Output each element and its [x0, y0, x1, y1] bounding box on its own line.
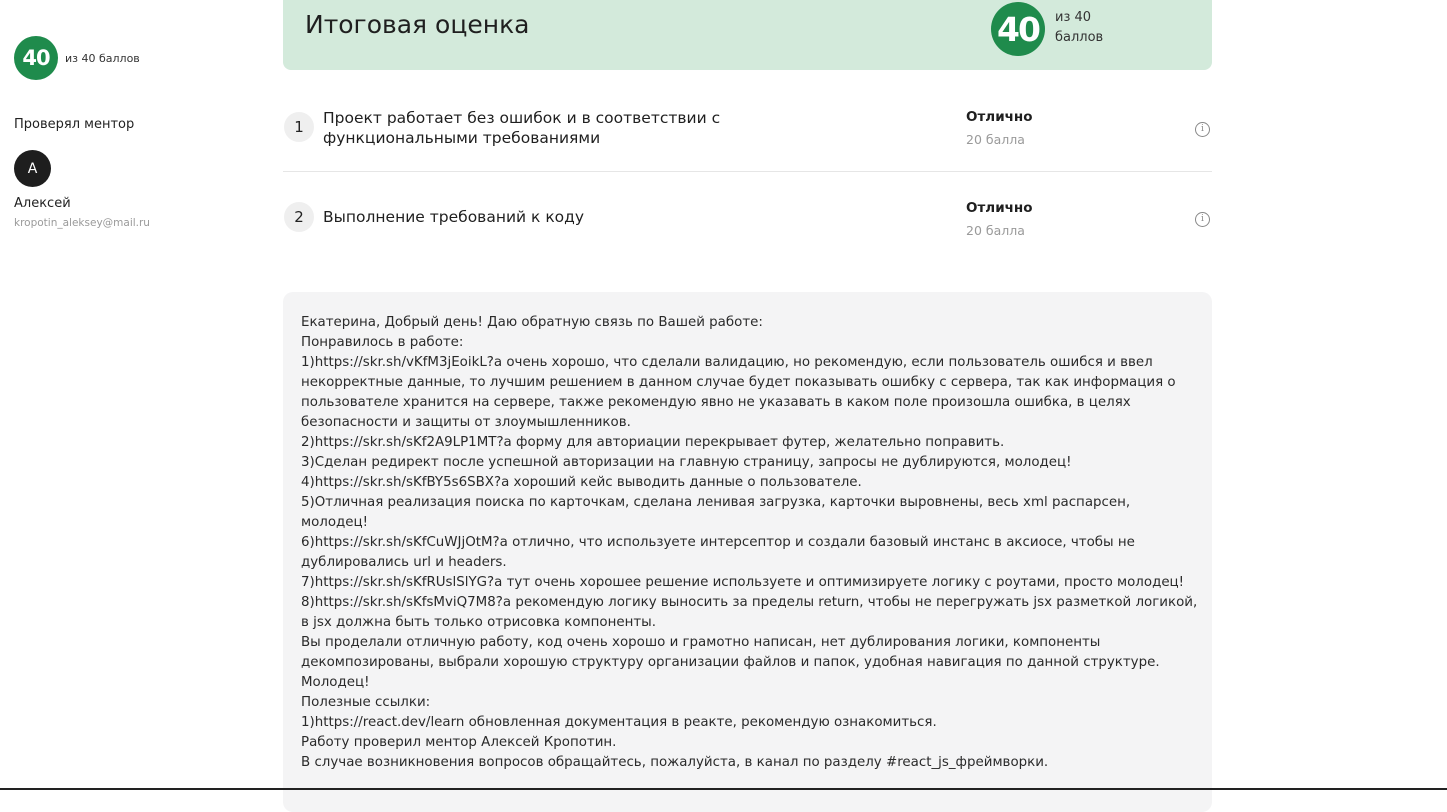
criterion-points: 20 балла	[966, 132, 1025, 147]
feedback-line: Понравилось в работе:	[301, 335, 464, 350]
feedback-line: 6)https://skr.sh/sKfCuWJjOtM?a отлично, …	[301, 535, 1135, 550]
total-score-badge: 40	[991, 2, 1045, 56]
feedback-line: 4)https://skr.sh/sKfBY5s6SBX?a хороший к…	[301, 475, 862, 490]
criterion-title: Проект работает без ошибок и в соответст…	[323, 109, 721, 147]
mentor-label: Проверял ментор	[14, 117, 135, 132]
sidebar-score-of: из 40 баллов	[65, 51, 140, 65]
feedback-line: 1)https://skr.sh/vKfM3jEoikL?a очень хор…	[301, 355, 1153, 370]
feedback-text: Екатерина, Добрый день! Даю обратную свя…	[301, 313, 1198, 773]
criterion-title: Выполнение требований к коду	[323, 208, 585, 226]
feedback-line: 2)https://skr.sh/sKf2A9LP1MT?a форму для…	[301, 435, 1005, 450]
feedback-line: молодец!	[301, 515, 369, 530]
feedback-line: 1)https://react.dev/learn обновленная до…	[301, 715, 937, 730]
criterion-number: 2	[284, 202, 314, 232]
total-score-title: Итоговая оценка	[305, 10, 530, 39]
sidebar-score: 40 из 40 баллов	[14, 36, 140, 80]
feedback-line: дублировались url и headers.	[301, 555, 507, 570]
feedback-line: декомпозированы, выбрали хорошую структу…	[301, 655, 1160, 670]
mentor-email: kropotin_aleksey@mail.ru	[14, 217, 150, 229]
mentor-name: Алексей	[14, 196, 71, 211]
criterion-grade: Отлично	[966, 200, 1033, 216]
criterion-grade: Отлично	[966, 109, 1033, 125]
criterion-points: 20 балла	[966, 223, 1025, 238]
feedback-line: 7)https://skr.sh/sKfRUslSlYG?a тут очень…	[301, 575, 1185, 590]
mentor-avatar: А	[14, 150, 51, 187]
feedback-line: Работу проверил ментор Алексей Кропотин.	[301, 735, 617, 750]
total-score-card: Итоговая оценка 40 из 40 баллов	[283, 0, 1212, 70]
total-score-of: из 40 баллов	[1055, 10, 1104, 45]
criterion-row: 1 Проект работает без ошибок и в соответ…	[283, 92, 1212, 172]
feedback-line: безопасности и защиты от злоумышленников…	[301, 415, 631, 430]
feedback-line: в jsx должна быть только отрисовка компо…	[301, 615, 656, 630]
feedback-line: Екатерина, Добрый день! Даю обратную свя…	[301, 315, 763, 330]
feedback-line: Молодец!	[301, 675, 370, 690]
feedback-line: 8)https://skr.sh/sKfsMviQ7M8?a рекоменду…	[301, 595, 1198, 610]
feedback-line: В случае возникновения вопросов обращайт…	[301, 755, 1049, 770]
mentor-feedback: Екатерина, Добрый день! Даю обратную свя…	[283, 292, 1212, 812]
criterion-row: 2 Выполнение требований к коду Отлично 2…	[283, 188, 1212, 248]
feedback-line: Вы проделали отличную работу, код очень …	[301, 635, 1101, 650]
feedback-line: 5)Отличная реализация поиска по карточка…	[301, 495, 1131, 510]
info-icon[interactable]: i	[1195, 122, 1210, 137]
criterion-number: 1	[284, 112, 314, 142]
sidebar-score-badge: 40	[14, 36, 58, 80]
feedback-line: пользователе хранится на сервере, также …	[301, 395, 1131, 410]
feedback-line: Полезные ссылки:	[301, 695, 431, 710]
info-icon[interactable]: i	[1195, 212, 1210, 227]
feedback-line: 3)Сделан редирект после успешной авториз…	[301, 455, 1072, 470]
feedback-line: некорректные данные, то лучшим решением …	[301, 375, 1176, 390]
